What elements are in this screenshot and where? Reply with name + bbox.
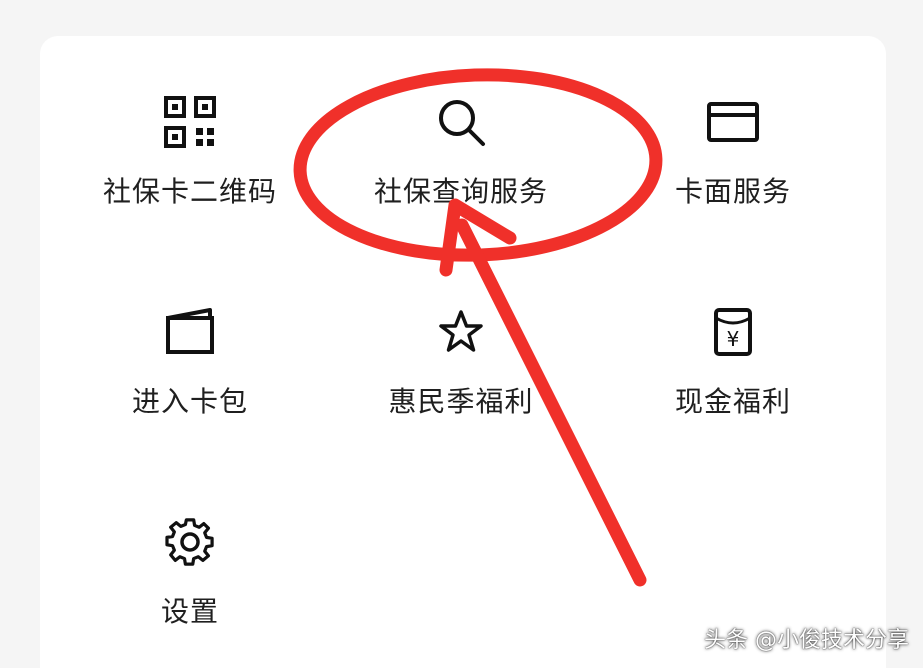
menu-item-social-security-qr[interactable]: 社保卡二维码: [75, 92, 305, 252]
menu-item-cash-benefit[interactable]: ¥ 现金福利: [618, 302, 848, 462]
svg-text:¥: ¥: [727, 327, 740, 351]
card-icon: [703, 92, 763, 152]
qr-code-icon: [160, 92, 220, 152]
red-envelope-yuan-icon: ¥: [703, 302, 763, 362]
menu-item-label: 卡面服务: [674, 175, 791, 208]
gear-icon: [160, 512, 220, 572]
star-icon: [431, 302, 491, 362]
menu-item-benefit-season[interactable]: 惠民季福利: [346, 302, 576, 462]
search-icon: [431, 92, 491, 152]
menu-item-social-security-query[interactable]: 社保查询服务: [346, 92, 576, 252]
menu-item-card-face-service[interactable]: 卡面服务: [618, 92, 848, 252]
screen: 社保卡二维码 社保查询服务 卡面服务 进入卡包 惠民季福利 ¥ 现金福利 设置 …: [0, 0, 923, 668]
watermark-text: 头条 @小俊技术分享: [704, 628, 909, 653]
menu-item-label: 社保卡二维码: [102, 175, 277, 208]
menu-item-settings[interactable]: 设置: [75, 512, 305, 668]
menu-item-label: 现金福利: [674, 385, 791, 418]
menu-item-label: 进入卡包: [131, 385, 248, 418]
menu-item-label: 设置: [160, 595, 219, 628]
menu-item-label: 社保查询服务: [373, 175, 548, 208]
menu-item-enter-card-wallet[interactable]: 进入卡包: [75, 302, 305, 462]
wallet-icon: [160, 302, 220, 362]
menu-item-label: 惠民季福利: [388, 385, 534, 418]
